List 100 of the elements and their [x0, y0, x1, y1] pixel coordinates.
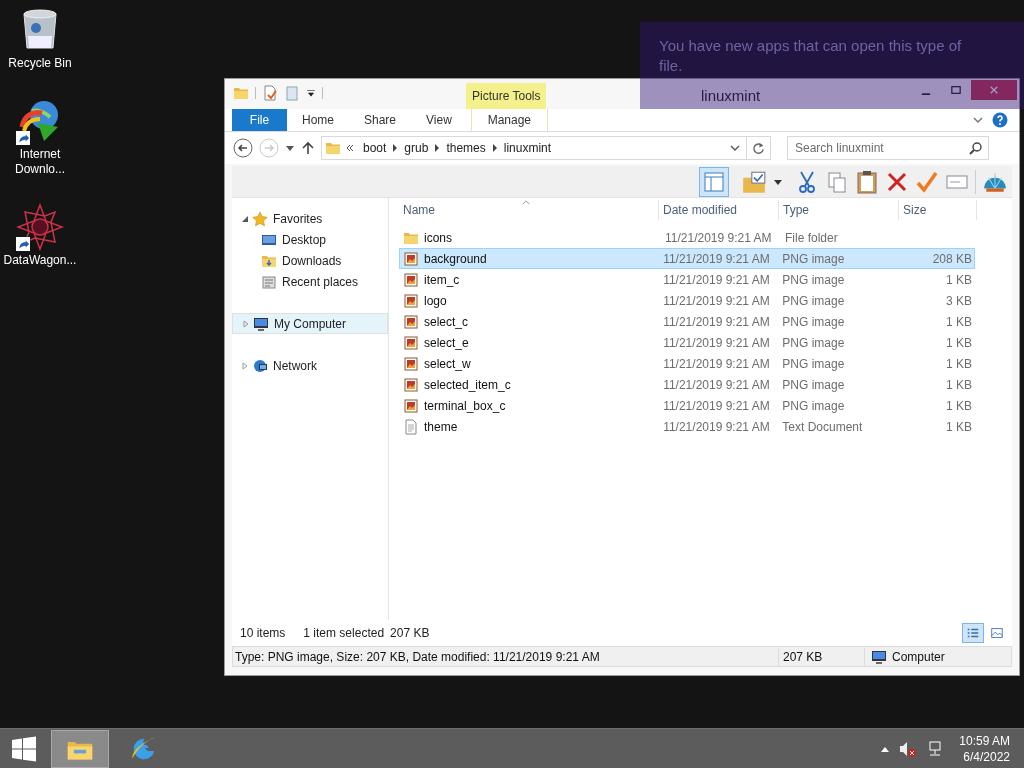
start-windows-icon[interactable] [9, 735, 39, 762]
help-icon[interactable] [992, 112, 1008, 128]
file-name: item_c [424, 271, 460, 289]
clock-time[interactable]: 10:59 AM [959, 732, 1010, 749]
column-header[interactable]: Name [399, 200, 659, 220]
column-header[interactable]: Size [899, 200, 977, 220]
date-cell-text: 11/21/2019 9:21 AM [662, 271, 771, 289]
file-row[interactable]: logo 11/21/2019 9:21 AM PNG image 3 KB [399, 290, 975, 311]
up-icon[interactable] [301, 141, 315, 155]
date-cell-text: 11/21/2019 9:21 AM [662, 313, 771, 331]
image-file-icon [403, 355, 419, 372]
type-cell-text: File folder [784, 229, 839, 247]
star-icon[interactable] [16, 203, 64, 251]
breadcrumb-item[interactable]: linuxmint [499, 139, 556, 157]
column-header[interactable]: Date modified [659, 200, 779, 220]
item-count: 10 items [240, 625, 286, 642]
selection-count: 1 item selected [303, 625, 385, 642]
overflow-chevron-icon[interactable] [346, 144, 354, 152]
file-row[interactable]: select_w 11/21/2019 9:21 AM PNG image 1 KB [399, 353, 975, 374]
image-file-icon [403, 376, 419, 393]
recent-places-icon [261, 273, 277, 290]
size-cell-text: 3 KB [945, 292, 973, 310]
file-row[interactable]: item_c 11/21/2019 9:21 AM PNG image 1 KB [399, 269, 975, 290]
size-cell-text: 208 KB [931, 250, 973, 268]
selection-size: 207 KB [390, 625, 430, 642]
refresh-icon[interactable] [752, 141, 765, 155]
file-name: theme [424, 418, 458, 436]
file-row[interactable]: background 11/21/2019 9:21 AM PNG image 208 KB [399, 248, 975, 269]
show-hidden-icons-icon[interactable] [881, 745, 890, 752]
desktop-icon-label[interactable]: Internet Downlo... [0, 147, 80, 177]
collapsed-arrow-icon[interactable] [241, 361, 249, 370]
file-name: select_w [424, 355, 471, 373]
file-name: icons [424, 229, 452, 247]
recent-locations-icon[interactable] [285, 143, 295, 153]
muted-speaker-icon[interactable] [899, 740, 918, 757]
expanded-arrow-icon[interactable] [241, 214, 249, 223]
type-cell-text: PNG image [781, 313, 846, 331]
size-cell-text: 1 KB [945, 334, 973, 352]
back-icon[interactable] [233, 138, 253, 158]
breadcrumb-item[interactable]: boot [359, 139, 391, 157]
checkmark-icon[interactable] [915, 169, 939, 194]
details-view-icon[interactable] [962, 623, 984, 643]
breadcrumb-item[interactable]: themes [442, 139, 490, 157]
file-name: terminal_box_c [424, 397, 506, 415]
navigation-item[interactable]: Favorites [273, 209, 323, 228]
ribbon-tab[interactable]: File [232, 109, 287, 131]
navigation-item[interactable]: Desktop [282, 230, 327, 249]
file-row[interactable]: select_c 11/21/2019 9:21 AM PNG image 1 KB [399, 311, 975, 332]
desktop-icon-label[interactable]: DataWagon... [0, 253, 80, 268]
date-cell-text: 11/21/2019 9:21 AM [662, 355, 771, 373]
search-icon[interactable] [969, 142, 982, 155]
file-name: background [424, 250, 487, 268]
folder-icon [325, 140, 341, 156]
date-cell-text: 11/21/2019 9:21 AM [662, 250, 771, 268]
image-file-icon [403, 250, 419, 267]
size-cell-text: 1 KB [945, 355, 973, 373]
image-file-icon [403, 397, 419, 414]
ribbon-tab[interactable]: View [411, 109, 467, 131]
ribbon-tab[interactable]: Home [287, 109, 349, 131]
text-file-icon [403, 418, 419, 435]
network-icon[interactable] [927, 740, 944, 757]
expand-ribbon-icon[interactable] [972, 114, 984, 126]
navigation-item[interactable]: Network [273, 356, 317, 375]
file-name: select_c [424, 313, 469, 331]
properties-icon[interactable] [262, 85, 278, 101]
size-cell-text: 1 KB [945, 271, 973, 289]
ribbon-tab[interactable]: Manage [470, 109, 548, 131]
desktop-icon-label[interactable]: Recycle Bin [0, 56, 80, 71]
date-cell-text: 11/21/2019 9:21 AM [662, 376, 771, 394]
file-row[interactable]: terminal_box_c 11/21/2019 9:21 AM PNG image 1 KB [399, 395, 975, 416]
separator-arrow-icon[interactable] [434, 144, 441, 152]
contextual-tab-label: Picture Tools [466, 83, 547, 109]
clipboard-icon[interactable] [855, 169, 879, 194]
navigation-item[interactable]: My Computer [232, 313, 388, 334]
separator-arrow-icon[interactable] [491, 144, 498, 152]
type-cell-text: PNG image [781, 292, 846, 310]
sort-ascending-icon [522, 200, 530, 205]
folder-icon[interactable] [51, 729, 109, 768]
file-row[interactable]: select_e 11/21/2019 9:21 AM PNG image 1 KB [399, 332, 975, 353]
breadcrumb-item[interactable]: grub [400, 139, 433, 157]
image-file-icon [403, 271, 419, 288]
file-name: selected_item_c [424, 376, 511, 394]
customize-arrow-icon[interactable] [306, 88, 316, 98]
clock-date[interactable]: 6/4/2022 [963, 748, 1010, 765]
column-header[interactable]: Type [779, 200, 899, 220]
type-cell-text: PNG image [781, 355, 846, 373]
notification-text: You have new apps that can open this type of file. [659, 36, 963, 76]
ribbon-tab[interactable]: Share [349, 109, 412, 131]
separator-arrow-icon[interactable] [392, 144, 399, 152]
search-field[interactable]: Search linuxmint [787, 136, 989, 160]
address-bar[interactable]: boot grub themes linuxmint [321, 136, 771, 160]
file-row[interactable]: icons 11/21/2019 9:21 AM File folder [399, 227, 975, 248]
date-cell-text: 11/21/2019 9:21 AM [662, 397, 771, 415]
file-row[interactable]: selected_item_c 11/21/2019 9:21 AM PNG image 1 KB [399, 374, 975, 395]
navigation-item[interactable]: Recent places [282, 272, 359, 291]
image-file-icon [403, 292, 419, 309]
dropdown-icon[interactable] [730, 143, 740, 153]
type-cell-text: PNG image [781, 397, 846, 415]
navigation-item[interactable]: Downloads [282, 251, 342, 270]
file-row[interactable]: theme 11/21/2019 9:21 AM Text Document 1 KB [399, 416, 975, 437]
